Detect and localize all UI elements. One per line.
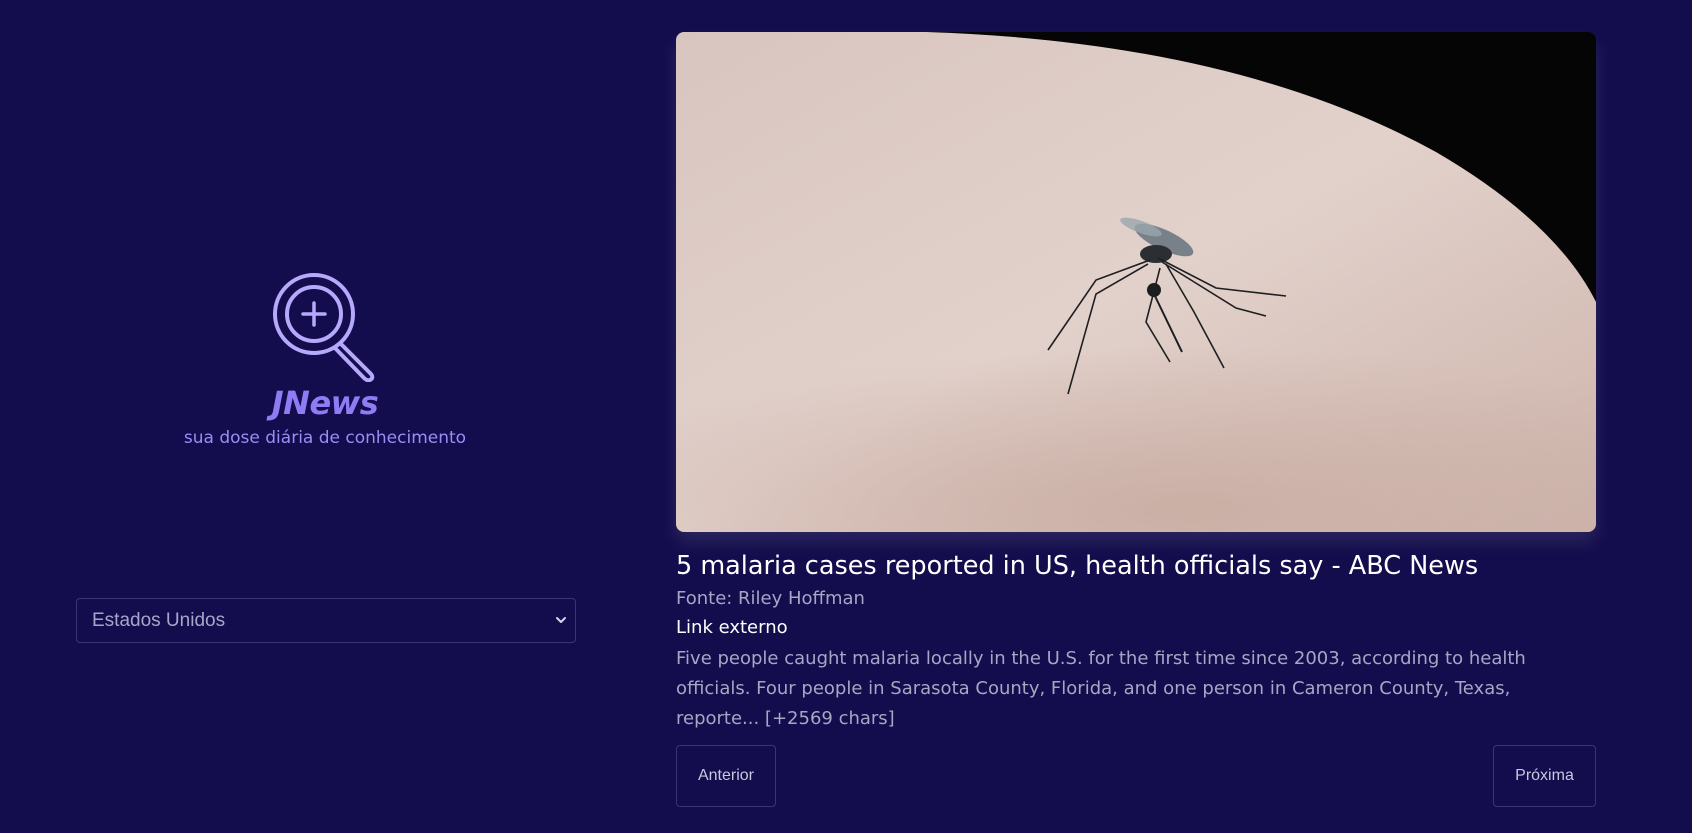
chevron-down-icon	[556, 617, 566, 623]
article-description: Five people caught malaria locally in th…	[676, 648, 1526, 729]
app-subtitle: sua dose diária de conhecimento	[183, 428, 467, 448]
country-select-value: Estados Unidos	[92, 610, 226, 631]
country-select[interactable]: Estados Unidos	[76, 598, 576, 643]
brand-block: JNews sua dose diária de conhecimento	[0, 270, 650, 448]
external-link[interactable]: Link externo	[676, 617, 788, 638]
next-button[interactable]: Próxima	[1493, 745, 1596, 807]
article-source: Fonte: Riley Hoffman	[676, 588, 865, 609]
page: JNews sua dose diária de conhecimento Es…	[0, 0, 1692, 833]
previous-button[interactable]: Anterior	[676, 745, 776, 807]
search-plus-icon	[273, 273, 375, 382]
article-image	[676, 32, 1596, 532]
article-title: 5 malaria cases reported in US, health o…	[676, 551, 1479, 581]
app-title: JNews	[271, 384, 379, 422]
article-card: 5 malaria cases reported in US, health o…	[676, 32, 1596, 734]
